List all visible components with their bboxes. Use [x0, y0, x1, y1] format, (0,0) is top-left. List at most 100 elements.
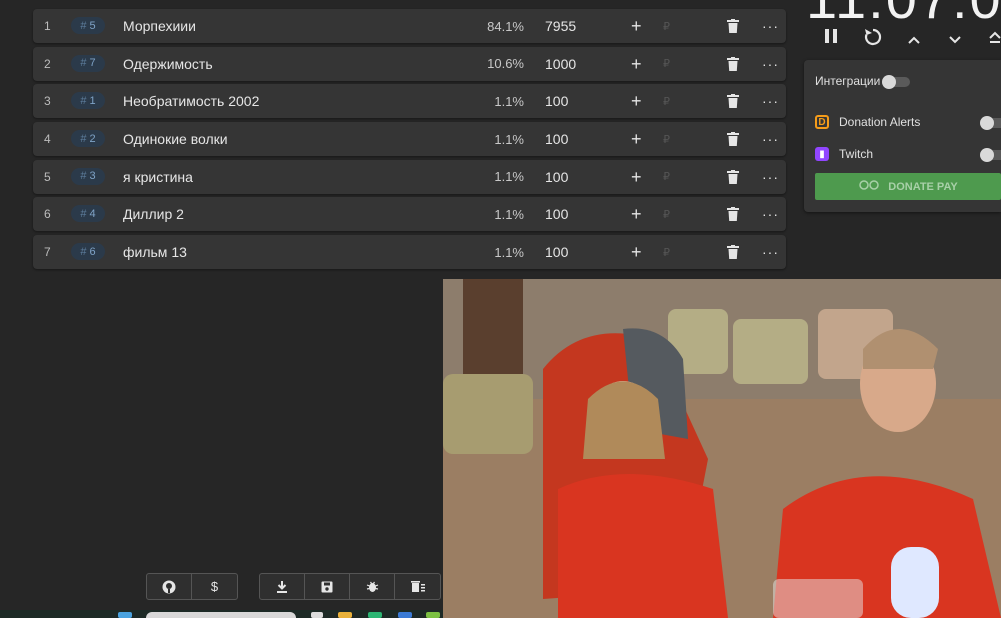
item-percent: 84.1% — [487, 18, 524, 34]
trash-icon[interactable] — [727, 56, 739, 71]
item-title: Необратимость 2002 — [123, 93, 260, 110]
trash-icon[interactable] — [727, 207, 739, 222]
more-options-button[interactable]: ··· — [762, 244, 779, 260]
item-number: 7 — [44, 245, 51, 260]
ruble-icon: ₽ — [663, 171, 670, 184]
ruble-icon: ₽ — [663, 20, 670, 33]
item-percent: 10.6% — [487, 56, 524, 72]
lot-list: 1 #5 Морпехиии 84.1% 7955 + ₽ ··· 2 #7 Одержимость… — [33, 9, 786, 273]
more-options-button[interactable]: ··· — [762, 206, 779, 222]
service-donation-alerts: D Donation Alerts — [815, 115, 920, 129]
add-amount-button[interactable]: + — [631, 168, 642, 186]
more-options-button[interactable]: ··· — [762, 93, 779, 109]
ruble-icon: ₽ — [663, 58, 670, 71]
item-title: фильм 13 — [123, 244, 187, 261]
donate-pay-button[interactable]: DONATE PAY — [815, 173, 1001, 200]
more-options-button[interactable]: ··· — [762, 56, 779, 72]
add-amount-button[interactable]: + — [631, 243, 642, 261]
item-id-badge: #6 — [71, 243, 105, 261]
ruble-icon: ₽ — [663, 95, 670, 108]
integrations-panel: Интеграции D Donation Alerts ▮ Twitch DO… — [804, 60, 1001, 212]
item-percent: 1.1% — [494, 244, 524, 260]
save-icon[interactable] — [305, 574, 350, 599]
item-percent: 1.1% — [494, 131, 524, 147]
item-number: 2 — [44, 56, 51, 71]
item-number: 5 — [44, 169, 51, 184]
list-item: 7 #6 фильм 13 1.1% 100 + ₽ ··· — [33, 235, 786, 270]
item-amount[interactable]: 100 — [545, 206, 568, 222]
ruble-icon: ₽ — [663, 133, 670, 146]
more-options-button[interactable]: ··· — [762, 131, 779, 147]
donation-alerts-toggle[interactable] — [980, 116, 1001, 130]
trash-icon[interactable] — [727, 19, 739, 33]
list-item: 5 #3 я кристина 1.1% 100 + ₽ ··· — [33, 159, 786, 194]
donate-pay-label: DONATE PAY — [888, 180, 958, 193]
item-number: 6 — [44, 207, 51, 222]
list-item: 1 #5 Морпехиии 84.1% 7955 + ₽ ··· — [33, 9, 786, 43]
add-amount-button[interactable]: + — [631, 205, 642, 223]
start-icon[interactable] — [118, 612, 132, 618]
item-amount[interactable]: 100 — [545, 244, 568, 260]
item-id: 3 — [89, 170, 96, 183]
item-id: 7 — [89, 57, 96, 70]
hash-icon: # — [80, 94, 87, 107]
item-amount[interactable]: 7955 — [545, 18, 576, 34]
github-icon[interactable] — [147, 574, 192, 599]
add-amount-button[interactable]: + — [631, 17, 642, 35]
restart-icon[interactable] — [863, 27, 883, 52]
add-amount-button[interactable]: + — [631, 92, 642, 110]
item-amount[interactable]: 100 — [545, 93, 568, 109]
hash-icon: # — [80, 57, 87, 70]
taskbar-search-box[interactable] — [146, 612, 296, 618]
more-options-button[interactable]: ··· — [762, 18, 779, 34]
webcam-image — [443, 279, 1001, 618]
list-item: 2 #7 Одержимость 10.6% 1000 + ₽ ··· — [33, 46, 786, 81]
trash-icon[interactable] — [727, 245, 739, 260]
item-amount[interactable]: 1000 — [545, 56, 576, 72]
taskbar-app-icon[interactable] — [426, 612, 440, 618]
item-id-badge: #5 — [71, 17, 105, 34]
item-id-badge: #4 — [71, 205, 105, 223]
hash-icon: # — [80, 245, 87, 258]
item-number: 4 — [44, 132, 51, 147]
pause-icon[interactable] — [824, 28, 838, 49]
add-amount-button[interactable]: + — [631, 130, 642, 148]
service-twitch: ▮ Twitch — [815, 147, 873, 161]
item-id: 4 — [89, 207, 96, 220]
clear-list-icon[interactable] — [395, 574, 440, 599]
taskbar-app-icon[interactable] — [368, 612, 382, 618]
donate-pay-icon — [858, 180, 880, 193]
trash-icon[interactable] — [727, 132, 739, 147]
add-amount-button[interactable]: + — [631, 55, 642, 73]
item-amount[interactable]: 100 — [545, 131, 568, 147]
item-percent: 1.1% — [494, 206, 524, 222]
integrations-label: Интеграции — [815, 74, 881, 88]
dollar-icon[interactable]: $ — [192, 574, 237, 599]
taskbar-app-icon[interactable] — [338, 612, 352, 618]
item-amount[interactable]: 100 — [545, 169, 568, 185]
integrations-toggle[interactable] — [882, 75, 910, 89]
bug-icon[interactable] — [350, 574, 395, 599]
ruble-icon: ₽ — [663, 208, 670, 221]
item-title: Морпехиии — [123, 18, 196, 34]
item-id-badge: #2 — [71, 130, 105, 148]
item-title: я кристина — [123, 168, 193, 185]
trash-icon[interactable] — [727, 169, 739, 184]
service-label: Donation Alerts — [839, 115, 921, 129]
chevron-up-icon[interactable] — [907, 30, 921, 51]
twitch-toggle[interactable] — [980, 148, 1001, 162]
taskbar-app-icon[interactable] — [311, 612, 323, 618]
taskbar-app-icon[interactable] — [398, 612, 412, 618]
trash-icon[interactable] — [727, 94, 739, 109]
more-options-button[interactable]: ··· — [762, 169, 779, 185]
item-id: 5 — [89, 19, 96, 32]
eject-icon[interactable] — [988, 29, 1001, 50]
item-id-badge: #1 — [71, 92, 105, 110]
taskbar — [0, 610, 443, 618]
chevron-down-icon[interactable] — [948, 30, 962, 51]
list-item: 4 #2 Одинокие волки 1.1% 100 + ₽ ··· — [33, 122, 786, 157]
item-id: 6 — [89, 245, 96, 258]
item-percent: 1.1% — [494, 169, 524, 185]
timer-controls — [818, 26, 1001, 52]
download-icon[interactable] — [260, 574, 305, 599]
